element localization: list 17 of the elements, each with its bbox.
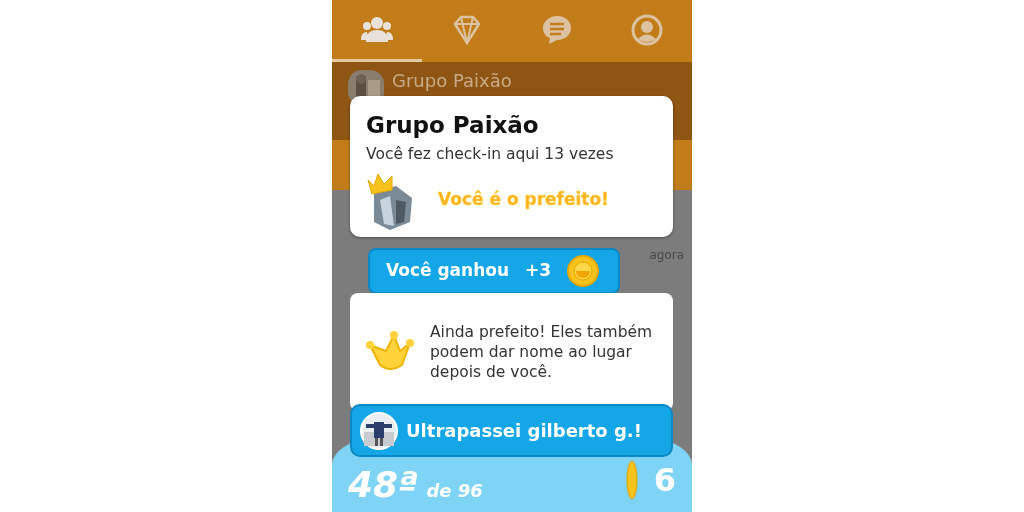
coin-icon (625, 460, 638, 500)
rank-total: de 96 (426, 479, 483, 503)
reward-amount: +3 (525, 259, 552, 283)
profile-icon (631, 13, 663, 46)
reward-label: Você ganhou (386, 259, 510, 283)
rank-number: 48ª (348, 467, 419, 503)
mayor-title: Você é o prefeito! (438, 188, 609, 211)
checkin-count: Você fez check-in aqui 13 vezes (366, 143, 615, 165)
diamond-icon (451, 13, 483, 46)
chat-icon (541, 13, 573, 46)
venue-name: Grupo Paixão (392, 70, 512, 92)
coin-count: 6 (653, 460, 676, 501)
crown-icon (366, 331, 414, 373)
coin-icon (567, 255, 600, 287)
message-text: Ainda prefeito! Eles também podem dar nome ao lugar depois de você. (430, 321, 654, 383)
popup-title: Grupo Paixão (366, 111, 540, 140)
overtake-text: Ultrapassei gilberto g.! (406, 419, 642, 443)
